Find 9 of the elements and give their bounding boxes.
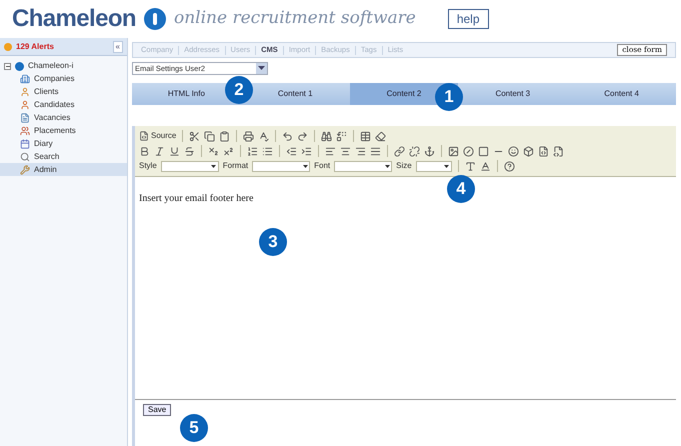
editor-text: Insert your email footer here [139, 193, 254, 204]
callout-tooltip: 2 [225, 76, 253, 104]
callout-tooltip: 5 [180, 414, 208, 442]
brand-name: Chameleon [12, 4, 136, 34]
combo-label: Font [314, 160, 330, 172]
combo-label: Size [396, 160, 412, 172]
combo-label: Format [222, 160, 248, 172]
combo-label: Style [139, 160, 157, 172]
tagline: online recruitment software [174, 7, 416, 30]
